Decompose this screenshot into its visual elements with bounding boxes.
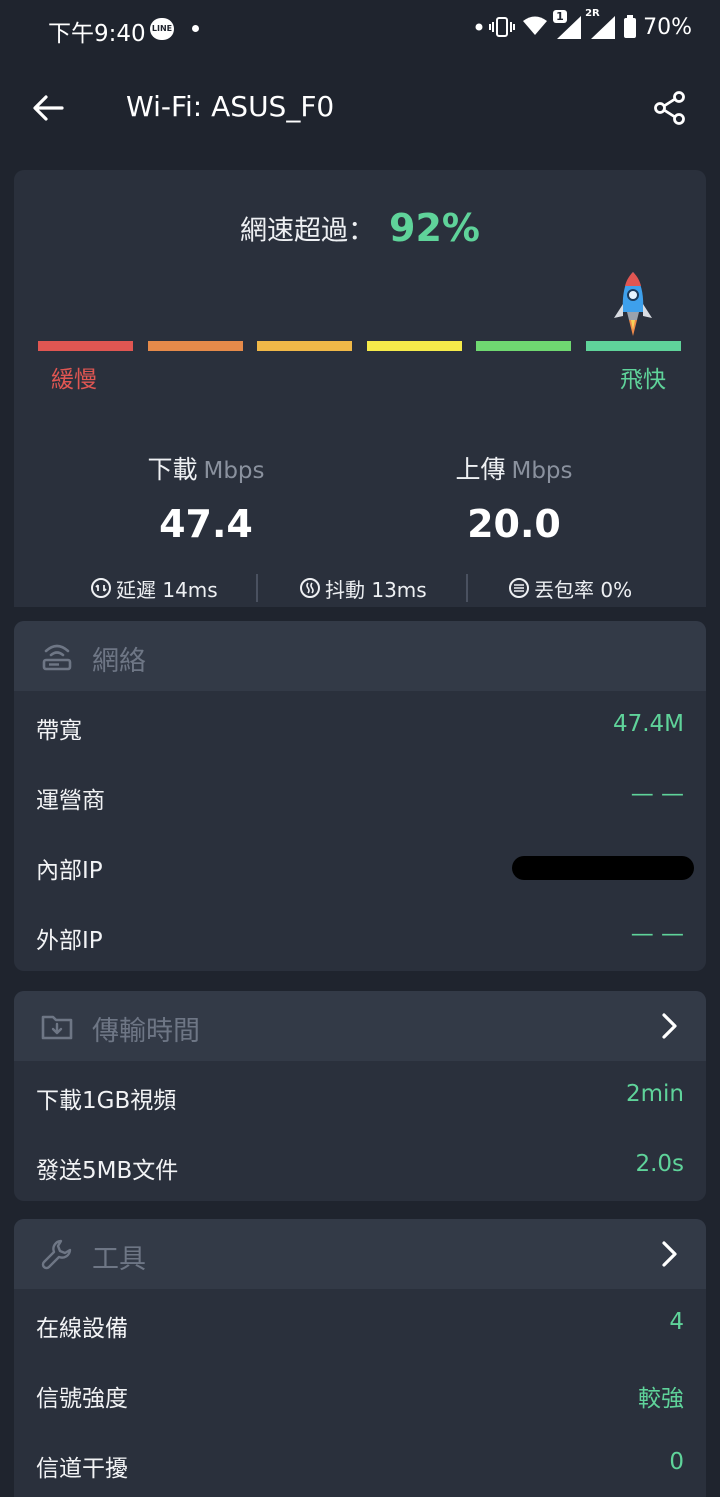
speed-exceed: 網速超過： 92%: [14, 206, 706, 250]
speed-scale: [38, 341, 682, 351]
row-value: 4: [669, 1309, 684, 1335]
exceed-value: 92%: [389, 206, 480, 250]
row-value: 2min: [625, 1081, 684, 1107]
back-button[interactable]: [28, 88, 68, 128]
row-value: — —: [630, 781, 684, 807]
share-icon: [654, 91, 685, 125]
upload-unit: Mbps: [511, 458, 573, 484]
tools-title: 工具: [92, 1244, 146, 1275]
scale-segment-4: [367, 341, 462, 351]
latency-icon: [91, 578, 111, 598]
battery-icon: [623, 15, 637, 39]
row-label: 信道干擾: [36, 1456, 128, 1482]
row-label: 發送5MB文件: [36, 1158, 179, 1184]
network-row-bandwidth: 帶寬 47.4M: [14, 691, 706, 761]
row-label: 信號強度: [36, 1386, 128, 1412]
download-folder-icon: [41, 1015, 73, 1040]
upload-value: 20.0: [467, 502, 561, 546]
tools-row-interference[interactable]: 信道干擾 0: [14, 1429, 706, 1497]
tools-row-signal[interactable]: 信號強度 較強: [14, 1359, 706, 1429]
row-label: 下載1GB視頻: [36, 1088, 177, 1114]
router-icon: [42, 644, 72, 671]
tools-header[interactable]: 工具: [14, 1219, 706, 1289]
jitter-icon: [300, 578, 320, 598]
chevron-right-icon[interactable]: [654, 1010, 684, 1042]
scale-segment-6: [586, 341, 681, 351]
network-row-internal-ip: 內部IP: [14, 831, 706, 901]
share-button[interactable]: [650, 88, 690, 128]
latency-metric: 延遲 14ms: [90, 570, 218, 606]
transfer-row-file: 發送5MB文件 2.0s: [14, 1131, 706, 1201]
row-value: 較強: [638, 1386, 684, 1412]
scale-segment-3: [257, 341, 352, 351]
row-value: — —: [630, 921, 684, 947]
redacted-value: [512, 856, 694, 880]
network-row-external-ip: 外部IP — —: [14, 901, 706, 971]
app-bar: Wi-Fi: ASUS_F0: [0, 60, 720, 156]
sim2-badge: 2R: [585, 8, 600, 19]
line-app-icon: LINE: [150, 18, 174, 40]
notification-dot-icon: [192, 25, 199, 32]
jitter-metric: 抖動 13ms: [299, 570, 427, 606]
page-title: Wi-Fi: ASUS_F0: [126, 90, 335, 123]
status-dot-icon: [475, 23, 483, 31]
row-value: 47.4M: [612, 711, 684, 737]
packet-loss-text: 丟包率 0%: [534, 577, 633, 602]
rocket-icon: [614, 272, 652, 336]
status-icons: 1 2R 70%: [475, 8, 692, 40]
jitter-text: 抖動 13ms: [325, 577, 427, 602]
chevron-right-icon[interactable]: [654, 1238, 684, 1270]
vibrate-icon: [489, 16, 516, 38]
metric-divider: [256, 574, 258, 602]
row-label: 帶寬: [36, 718, 82, 744]
transfer-row-video: 下載1GB視頻 2min: [14, 1061, 706, 1131]
upload-block: 上傳 Mbps 20.0: [364, 450, 664, 546]
network-title: 網絡: [92, 646, 146, 677]
row-label: 外部IP: [36, 928, 103, 954]
tools-row-devices[interactable]: 在線設備 4: [14, 1289, 706, 1359]
transfer-title: 傳輸時間: [92, 1016, 200, 1047]
network-header: 網絡: [14, 621, 706, 691]
sim1-signal-icon: 1: [553, 10, 583, 40]
scale-segment-5: [476, 341, 571, 351]
wrench-icon: [41, 1239, 72, 1270]
slow-label: 緩慢: [51, 367, 97, 393]
latency-text: 延遲 14ms: [116, 577, 218, 602]
tools-section: 工具 在線設備 4 信號強度 較強 信道干擾 0: [14, 1219, 706, 1497]
status-bar: 下午9:40 LINE 1 2R 70%: [0, 0, 720, 60]
status-time: 下午9:40: [48, 21, 146, 47]
row-label: 在線設備: [36, 1316, 128, 1342]
packet-loss-metric: 丟包率 0%: [508, 570, 632, 606]
transfer-header[interactable]: 傳輸時間: [14, 991, 706, 1061]
download-label: 下載: [147, 455, 198, 484]
row-label: 運營商: [36, 788, 105, 814]
network-section: 網絡 帶寬 47.4M 運營商 — — 內部IP 外部IP — —: [14, 621, 706, 971]
battery-level: 70%: [643, 14, 692, 40]
row-label: 內部IP: [36, 858, 103, 884]
download-unit: Mbps: [203, 458, 265, 484]
sim1-badge: 1: [553, 10, 567, 23]
exceed-label: 網速超過：: [240, 215, 376, 247]
upload-label: 上傳: [455, 455, 506, 484]
metric-divider: [466, 574, 468, 602]
speed-summary-card: 網速超過： 92% 緩慢 飛快 下載 Mbps 47.4 上傳 Mbps 20.0: [14, 170, 706, 607]
scale-segment-1: [38, 341, 133, 351]
row-value: 2.0s: [635, 1151, 684, 1177]
download-value: 47.4: [159, 502, 253, 546]
arrow-left-icon: [33, 95, 64, 121]
fast-label: 飛快: [620, 367, 666, 393]
quality-metrics: 延遲 14ms 抖動 13ms 丟包率 0%: [14, 570, 706, 606]
scale-segment-2: [148, 341, 243, 351]
network-row-carrier: 運營商 — —: [14, 761, 706, 831]
wifi-icon: [521, 15, 549, 39]
download-block: 下載 Mbps 47.4: [56, 450, 356, 546]
sim2-signal-icon: 2R: [585, 8, 617, 40]
packet-loss-icon: [509, 578, 529, 598]
row-value: 0: [669, 1449, 684, 1475]
transfer-section: 傳輸時間 下載1GB視頻 2min 發送5MB文件 2.0s: [14, 991, 706, 1201]
